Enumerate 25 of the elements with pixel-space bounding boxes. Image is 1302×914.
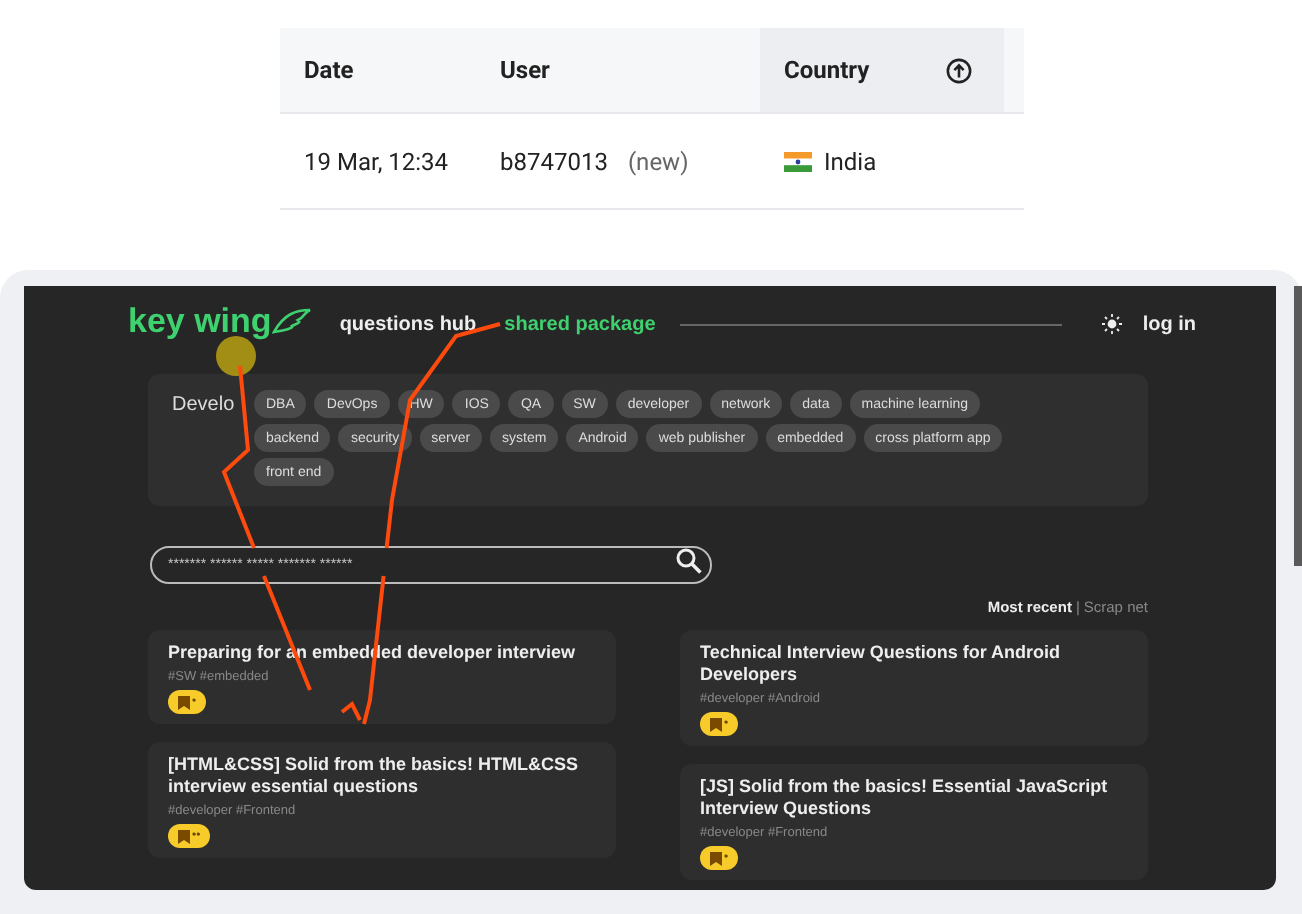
sort-ascending-icon[interactable] <box>946 57 972 83</box>
card-title: [JS] Solid from the basics! Essential JavaScript Interview Questions <box>700 776 1110 820</box>
flag-icon <box>784 151 812 171</box>
card-title: [HTML&CSS] Solid from the basics! HTML&CSS interview essential questions <box>168 754 581 798</box>
column-header[interactable]: Date <box>280 28 476 112</box>
bookmark-icon <box>178 829 190 843</box>
sun-icon[interactable] <box>1102 314 1123 334</box>
category-label: Develo <box>172 394 237 416</box>
login-link[interactable]: log in <box>1142 313 1196 335</box>
column-header[interactable]: User <box>476 28 760 112</box>
column-header[interactable]: Country <box>760 28 1004 112</box>
logo-text[interactable]: key wing <box>128 302 272 342</box>
table-cell-text: 19 Mar, 12:34 <box>302 145 451 179</box>
scrollbar[interactable] <box>1294 286 1302 566</box>
bookmark-icon <box>178 695 190 709</box>
card-title: Technical Interview Questions for Android Developers <box>700 642 1063 686</box>
nav-link[interactable]: questions hub <box>339 313 477 335</box>
nav-link[interactable]: shared package <box>504 313 656 335</box>
new-label: (new) <box>627 147 689 175</box>
user-id: b8747013 <box>500 147 608 175</box>
country-name: India <box>824 147 877 175</box>
wing-icon <box>271 308 312 336</box>
search-icon[interactable] <box>676 548 702 574</box>
bookmark-icon <box>710 717 722 731</box>
bookmark-icon <box>710 851 722 865</box>
